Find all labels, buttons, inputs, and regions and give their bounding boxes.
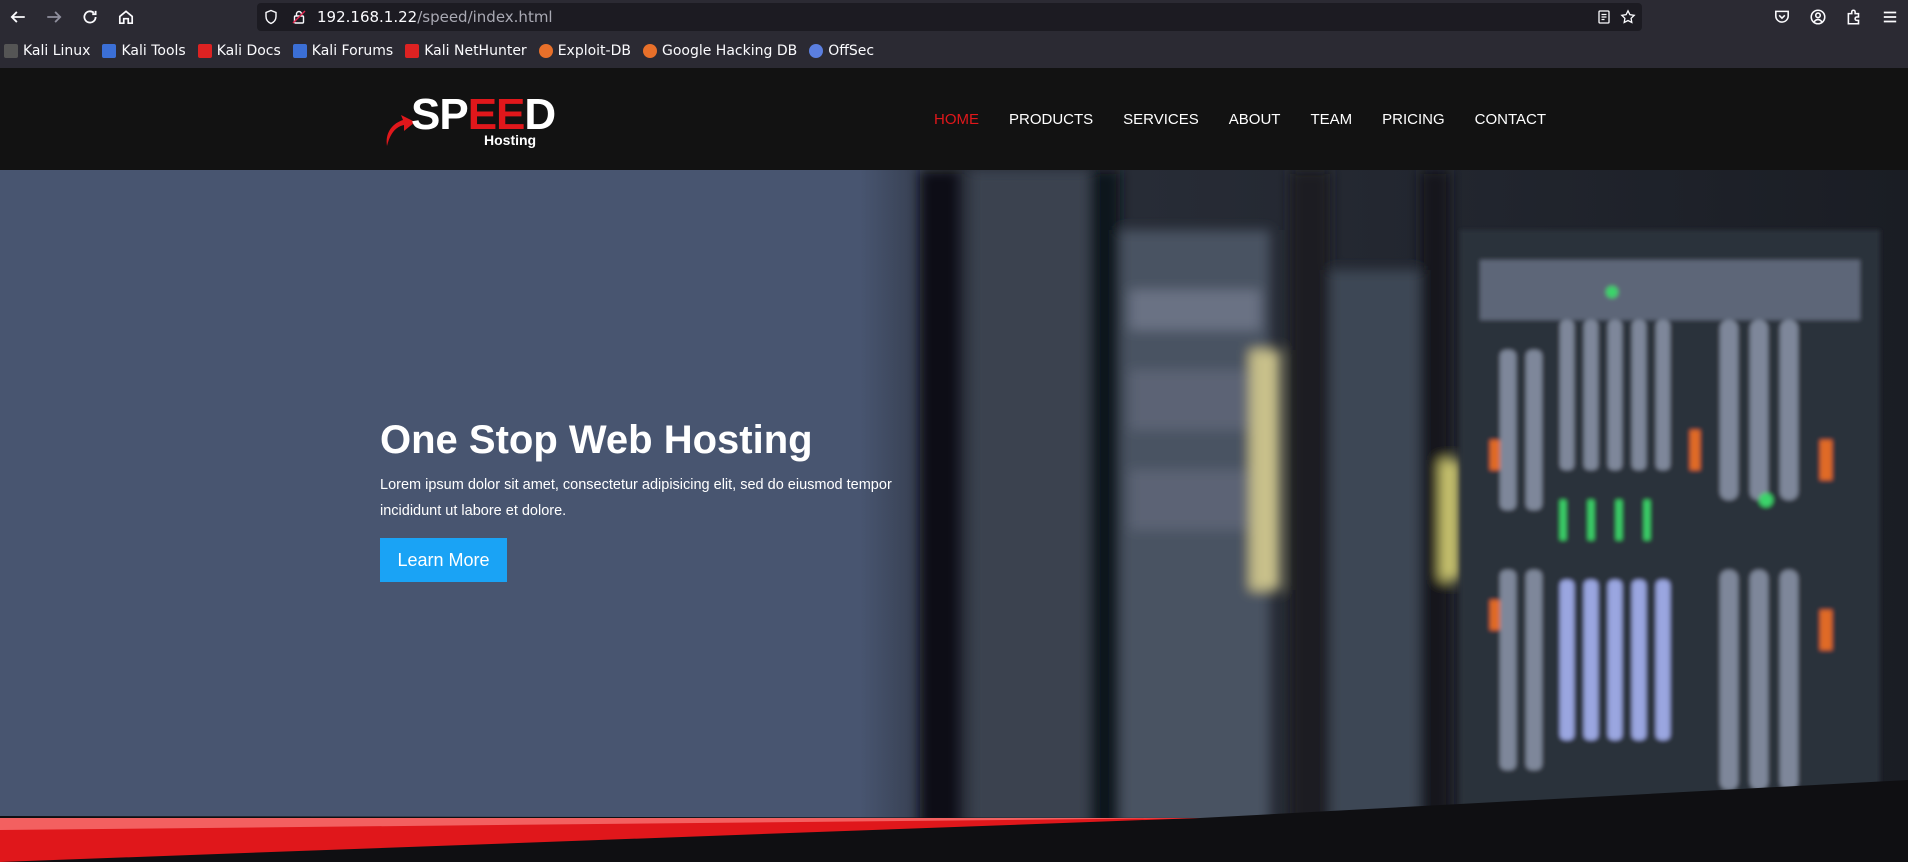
- pocket-icon: [1775, 10, 1789, 23]
- nav-pricing[interactable]: PRICING: [1382, 111, 1445, 128]
- bookmark-kali-linux[interactable]: Kali Linux: [4, 43, 90, 59]
- kali-forums-icon: [292, 44, 307, 58]
- insecure-lock-icon[interactable]: [285, 3, 313, 31]
- reader-view-icon[interactable]: [1596, 9, 1612, 25]
- bookmark-offsec[interactable]: OffSec: [809, 43, 874, 59]
- pocket-button[interactable]: [1764, 0, 1800, 34]
- server-rack-image: [860, 170, 1908, 862]
- account-button[interactable]: [1800, 0, 1836, 34]
- nav-team[interactable]: TEAM: [1310, 111, 1352, 128]
- kali-tools-icon: [102, 44, 117, 58]
- ghdb-icon: [642, 44, 657, 58]
- bookmark-kali-docs[interactable]: Kali Docs: [197, 43, 281, 59]
- bookmark-kali-nethunter[interactable]: Kali NetHunter: [405, 43, 527, 59]
- url-host: 192.168.1.22: [317, 8, 418, 26]
- bookmark-label: Kali NetHunter: [424, 43, 527, 59]
- bookmark-label: Exploit-DB: [557, 43, 631, 59]
- nav-about[interactable]: ABOUT: [1229, 111, 1281, 128]
- speed-hosting-logo[interactable]: SPEED Hosting: [383, 90, 556, 150]
- bookmarks-bar: Kali Linux Kali Tools Kali Docs Kali For…: [0, 34, 1908, 68]
- bookmark-exploit-db[interactable]: Exploit-DB: [538, 43, 631, 59]
- forward-arrow-icon: [47, 11, 62, 23]
- hero-title: One Stop Web Hosting: [380, 418, 813, 462]
- bookmark-label: Kali Forums: [311, 43, 394, 59]
- web-page: SPEED Hosting HOME PRODUCTS SERVICES ABO…: [0, 68, 1908, 862]
- nav-contact[interactable]: CONTACT: [1475, 111, 1546, 128]
- logo-word-part: SP: [411, 90, 469, 139]
- account-icon: [1810, 9, 1826, 25]
- hero-text: Lorem ipsum dolor sit amet, consectetur …: [380, 477, 892, 519]
- bookmark-label: Google Hacking DB: [661, 43, 798, 59]
- bookmark-kali-tools[interactable]: Kali Tools: [102, 43, 186, 59]
- bookmark-kali-forums[interactable]: Kali Forums: [292, 43, 394, 59]
- url-text: 192.168.1.22/speed/index.html: [317, 8, 553, 26]
- shield-icon[interactable]: [257, 3, 285, 31]
- nav-home[interactable]: HOME: [934, 111, 979, 128]
- offsec-icon: [809, 44, 824, 58]
- home-button[interactable]: [108, 0, 144, 34]
- back-button[interactable]: [0, 0, 36, 34]
- home-icon: [118, 10, 134, 25]
- bookmark-label: Kali Docs: [216, 43, 281, 59]
- hero-section: One Stop Web Hosting Lorem ipsum dolor s…: [0, 170, 1908, 862]
- puzzle-icon: [1847, 9, 1860, 25]
- bookmark-star-icon[interactable]: [1620, 9, 1636, 25]
- reload-icon: [83, 10, 97, 24]
- kali-docs-icon: [197, 44, 212, 58]
- site-header: SPEED Hosting HOME PRODUCTS SERVICES ABO…: [0, 68, 1908, 170]
- exploit-db-icon: [538, 44, 553, 58]
- hamburger-icon: [1883, 11, 1897, 23]
- bookmark-label: Kali Linux: [23, 43, 91, 59]
- address-bar[interactable]: 192.168.1.22/speed/index.html: [257, 3, 1642, 31]
- forward-button[interactable]: [36, 0, 72, 34]
- nav-services[interactable]: SERVICES: [1123, 111, 1199, 128]
- kali-dragon-icon: [4, 44, 18, 58]
- url-path: /speed/index.html: [417, 8, 553, 26]
- learn-more-button[interactable]: Learn More: [380, 538, 507, 582]
- browser-toolbar: 192.168.1.22/speed/index.html: [0, 0, 1908, 34]
- bookmark-label: OffSec: [828, 43, 875, 59]
- bookmark-label: Kali Tools: [121, 43, 186, 59]
- main-nav: HOME PRODUCTS SERVICES ABOUT TEAM PRICIN…: [934, 68, 1576, 170]
- back-arrow-icon: [10, 11, 25, 23]
- logo-subtitle: Hosting: [484, 132, 537, 148]
- app-menu-button[interactable]: [1872, 0, 1908, 34]
- nav-products[interactable]: PRODUCTS: [1009, 111, 1093, 128]
- nethunter-icon: [405, 44, 420, 58]
- reload-button[interactable]: [72, 0, 108, 34]
- bookmark-google-hacking-db[interactable]: Google Hacking DB: [642, 43, 798, 59]
- extensions-button[interactable]: [1836, 0, 1872, 34]
